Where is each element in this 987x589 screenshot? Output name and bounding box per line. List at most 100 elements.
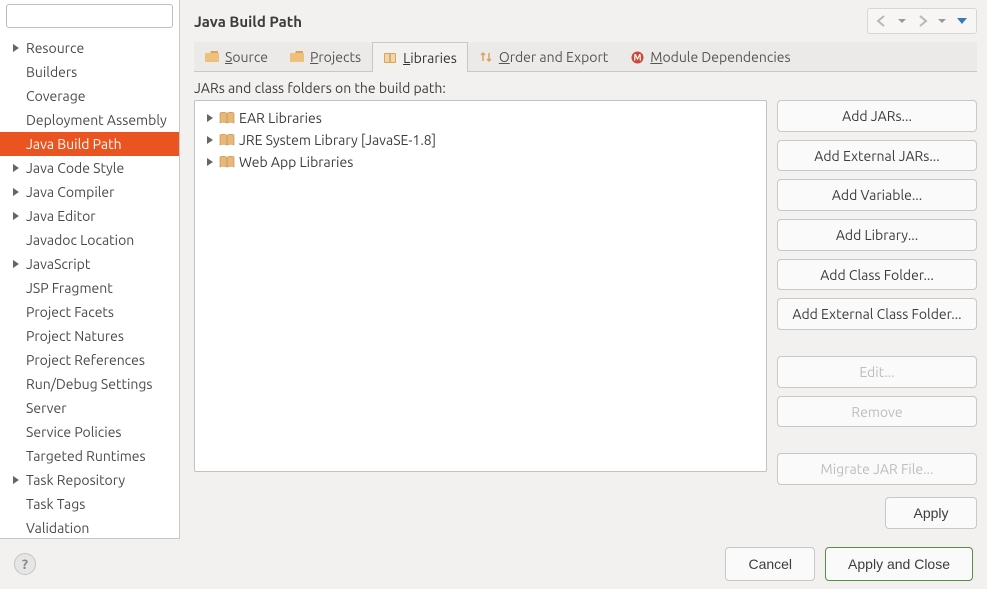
tree-item[interactable]: Deployment Assembly [0, 108, 179, 132]
tab[interactable]: Source [194, 42, 279, 71]
library-icon [219, 133, 235, 147]
tree-item[interactable]: Project Natures [0, 324, 179, 348]
module-icon: M [630, 50, 644, 64]
tree-item[interactable]: Service Policies [0, 420, 179, 444]
tree-item[interactable]: Java Code Style [0, 156, 179, 180]
classpath-entry-label: EAR Libraries [239, 110, 322, 126]
expand-arrow-icon [10, 258, 22, 270]
expand-arrow-icon [10, 474, 22, 486]
tree-item[interactable]: Javadoc Location [0, 228, 179, 252]
classpath-entry-label: Web App Libraries [239, 154, 353, 170]
tree-item-label: Javadoc Location [26, 232, 134, 248]
folder-icon [290, 50, 304, 64]
tree-item-label: Builders [26, 64, 77, 80]
tree-item[interactable]: Targeted Runtimes [0, 444, 179, 468]
page-title: Java Build Path [194, 13, 302, 30]
tree-item-label: Run/Debug Settings [26, 376, 153, 392]
tree-item-label: Task Tags [26, 496, 85, 512]
nav-history [867, 8, 977, 34]
nav-forward-icon[interactable] [912, 11, 932, 31]
classpath-listbox[interactable]: EAR Libraries JRE System Library [JavaSE-… [194, 100, 767, 472]
tab-bar: Source Projects Libraries Order and Export M… [194, 42, 977, 72]
tree-item-label: Project Natures [26, 328, 124, 344]
library-icon [219, 155, 235, 169]
tree-item[interactable]: Project Facets [0, 300, 179, 324]
add-class-folder-button[interactable]: Add Class Folder... [777, 259, 977, 291]
migrate-jar-button[interactable]: Migrate JAR File... [777, 453, 977, 485]
tree-item-label: Validation [26, 520, 89, 536]
tree-item[interactable]: Java Build Path [0, 132, 179, 156]
expand-arrow-icon [10, 186, 22, 198]
nav-forward-menu-icon[interactable] [932, 11, 952, 31]
help-icon[interactable]: ? [14, 553, 36, 575]
tab-label: Libraries [403, 50, 457, 66]
tree-item-label: Targeted Runtimes [26, 448, 146, 464]
tree-item[interactable]: Java Compiler [0, 180, 179, 204]
tab-label: Order and Export [499, 49, 608, 65]
tree-item[interactable]: Project References [0, 348, 179, 372]
tab-label: Module Dependencies [650, 49, 790, 65]
expand-arrow-icon [10, 42, 22, 54]
filter-input[interactable] [6, 4, 173, 28]
add-external-jars-button[interactable]: Add External JARs... [777, 140, 977, 172]
tree-item[interactable]: Task Repository [0, 468, 179, 492]
expand-arrow-icon [205, 135, 215, 145]
expand-arrow-icon [10, 210, 22, 222]
apply-and-close-button[interactable]: Apply and Close [825, 547, 973, 581]
tree-item[interactable]: Coverage [0, 84, 179, 108]
tree-item-label: Project References [26, 352, 145, 368]
tree-item[interactable]: Java Editor [0, 204, 179, 228]
tree-item[interactable]: JSP Fragment [0, 276, 179, 300]
sidebar: Resource Builders Coverage Deployment Assem… [0, 0, 180, 539]
tree-item[interactable]: Resource [0, 36, 179, 60]
tree-item-label: JavaScript [26, 256, 90, 272]
expand-arrow-icon [205, 157, 215, 167]
tab[interactable]: Libraries [372, 42, 468, 72]
tree-item[interactable]: Builders [0, 60, 179, 84]
tab[interactable]: Order and Export [468, 42, 619, 71]
tree-item-label: Java Code Style [26, 160, 124, 176]
tree-item-label: Java Editor [26, 208, 96, 224]
tree-item-label: Coverage [26, 88, 86, 104]
properties-tree: Resource Builders Coverage Deployment Assem… [0, 36, 179, 538]
edit-button[interactable]: Edit... [777, 356, 977, 388]
tree-item-label: Server [26, 400, 67, 416]
bottom-bar: ? Cancel Apply and Close [0, 539, 987, 589]
classpath-entry-label: JRE System Library [JavaSE-1.8] [239, 132, 436, 148]
tree-item-label: Java Compiler [26, 184, 114, 200]
classpath-entry[interactable]: EAR Libraries [199, 107, 762, 129]
tree-item[interactable]: Task Tags [0, 492, 179, 516]
tab[interactable]: M Module Dependencies [619, 42, 801, 71]
svg-text:M: M [633, 52, 641, 62]
classpath-entry[interactable]: JRE System Library [JavaSE-1.8] [199, 129, 762, 151]
apply-button[interactable]: Apply [885, 497, 977, 529]
cancel-button[interactable]: Cancel [725, 547, 815, 581]
nav-back-icon[interactable] [872, 11, 892, 31]
button-column: Add JARs... Add External JARs... Add Var… [777, 100, 977, 485]
nav-back-menu-icon[interactable] [892, 11, 912, 31]
tree-item-label: Deployment Assembly [26, 112, 167, 128]
tree-item[interactable]: Validation [0, 516, 179, 538]
tree-item-label: Java Build Path [26, 136, 122, 152]
expand-arrow-icon [10, 162, 22, 174]
tab-label: Projects [310, 49, 361, 65]
tree-item-label: Project Facets [26, 304, 114, 320]
add-jars-button[interactable]: Add JARs... [777, 100, 977, 132]
add-variable-button[interactable]: Add Variable... [777, 179, 977, 211]
add-external-class-folder-button[interactable]: Add External Class Folder... [777, 298, 977, 330]
tree-item-label: Service Policies [26, 424, 122, 440]
book-icon [383, 51, 397, 65]
remove-button[interactable]: Remove [777, 396, 977, 428]
sort-icon [479, 50, 493, 64]
tab-label: Source [225, 49, 268, 65]
tree-item-label: Task Repository [26, 472, 125, 488]
add-library-button[interactable]: Add Library... [777, 219, 977, 251]
panel-label: JARs and class folders on the build path… [194, 80, 977, 96]
tree-item[interactable]: JavaScript [0, 252, 179, 276]
library-icon [219, 111, 235, 125]
tree-item[interactable]: Run/Debug Settings [0, 372, 179, 396]
tab[interactable]: Projects [279, 42, 372, 71]
tree-item[interactable]: Server [0, 396, 179, 420]
classpath-entry[interactable]: Web App Libraries [199, 151, 762, 173]
nav-dropdown-icon[interactable] [952, 11, 972, 31]
